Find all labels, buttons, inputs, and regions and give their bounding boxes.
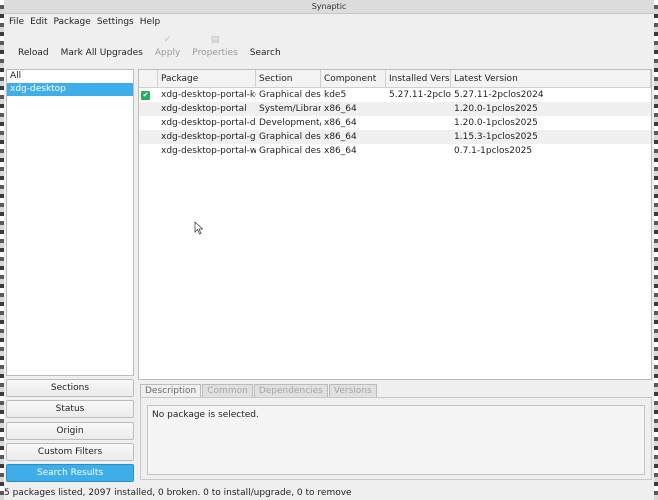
tab-versions[interactable]: Versions	[328, 384, 377, 398]
cell-component: kde5	[324, 90, 347, 100]
window-title: Synaptic	[4, 0, 654, 14]
menu-help[interactable]: Help	[137, 14, 164, 31]
column-component[interactable]: Component	[321, 70, 386, 88]
origin-button[interactable]: Origin	[6, 421, 134, 440]
column-installed-version[interactable]: Installed Versio	[386, 70, 451, 88]
cell-section: Graphical deskto	[259, 146, 321, 156]
cell-latest-version: 1.15.3-1pclos2025	[454, 132, 538, 142]
properties-label: Properties	[192, 48, 238, 58]
status-bar: 5 packages listed, 2097 installed, 0 bro…	[4, 488, 352, 498]
cell-section: System/Libraries	[259, 104, 321, 114]
cell-component: x86_64	[324, 118, 357, 128]
cell-latest-version: 1.20.0-1pclos2025	[454, 118, 538, 128]
mark-all-upgrades-button[interactable]: Mark All Upgrades	[55, 33, 149, 63]
properties-icon: ▤	[210, 35, 220, 45]
column-package[interactable]: Package	[158, 70, 256, 88]
filter-buttons: Sections Status Origin Custom Filters Se…	[6, 379, 134, 485]
mark-all-upgrades-label: Mark All Upgrades	[60, 48, 143, 58]
tab-dependencies[interactable]: Dependencies	[253, 384, 328, 398]
status-button[interactable]: Status	[6, 400, 134, 419]
cell-latest-version: 1.20.0-1pclos2025	[454, 104, 538, 114]
cell-package: xdg-desktop-portal	[161, 104, 247, 114]
menu-settings[interactable]: Settings	[94, 14, 137, 31]
cell-latest-version: 5.27.11-2pclos2024	[454, 90, 544, 100]
filter-list-item-xdg-desktop[interactable]: xdg-desktop	[7, 83, 133, 96]
search-label: Search	[249, 48, 281, 58]
tab-description[interactable]: Description	[140, 384, 202, 398]
cell-component: x86_64	[324, 146, 357, 156]
menu-package[interactable]: Package	[51, 14, 94, 31]
mouse-cursor-icon	[194, 221, 204, 235]
apply-button[interactable]: ✓ Apply	[149, 33, 186, 63]
cell-installed-version	[386, 130, 451, 144]
reload-label: Reload	[18, 48, 49, 58]
cell-section: Graphical deskto	[259, 132, 321, 142]
status-cell[interactable]	[139, 144, 158, 158]
desktop-background-right	[654, 0, 658, 500]
cell-latest-version: 0.7.1-1pclos2025	[454, 146, 533, 156]
status-cell[interactable]	[139, 102, 158, 116]
cell-installed-version	[386, 144, 451, 158]
toolbar: Reload Mark All Upgrades ✓ Apply ▤ Prope…	[12, 33, 287, 63]
synaptic-window: Synaptic File Edit Package Settings Help…	[4, 0, 654, 500]
package-table: Package Section Component Installed Vers…	[138, 69, 652, 380]
cell-package: xdg-desktop-portal-gtk	[161, 132, 256, 142]
cell-installed-version	[386, 116, 451, 130]
table-row[interactable]: xdg-desktop-portal-devel Development/Ot …	[139, 116, 651, 130]
cell-installed-version: 5.27.11-2pclos20	[389, 90, 451, 100]
cell-installed-version	[386, 102, 451, 116]
status-cell[interactable]	[139, 130, 158, 144]
column-status[interactable]	[139, 70, 158, 88]
description-text: No package is selected.	[147, 405, 645, 475]
installed-check-icon[interactable]: ✔	[139, 88, 158, 102]
search-button[interactable]: Search	[244, 33, 287, 63]
cell-section: Graphical deskto	[259, 90, 321, 100]
table-row[interactable]: xdg-desktop-portal System/Libraries x86_…	[139, 102, 651, 116]
apply-label: Apply	[154, 48, 181, 58]
cell-section: Development/Ot	[259, 118, 321, 128]
search-results-button[interactable]: Search Results	[6, 464, 134, 483]
column-section[interactable]: Section	[256, 70, 321, 88]
cell-component: x86_64	[324, 132, 357, 142]
tab-common[interactable]: Common	[202, 384, 253, 398]
description-panel: No package is selected.	[140, 397, 652, 480]
column-latest-version[interactable]: Latest Version	[451, 70, 651, 88]
sections-button[interactable]: Sections	[6, 379, 134, 397]
menu-file[interactable]: File	[6, 14, 27, 31]
filter-list: All xdg-desktop	[6, 69, 134, 376]
filter-list-all[interactable]: All	[7, 70, 133, 83]
cell-package: xdg-desktop-portal-wlr	[161, 146, 256, 156]
reload-button[interactable]: Reload	[12, 33, 55, 63]
menu-bar: File Edit Package Settings Help	[4, 14, 654, 31]
cell-package: xdg-desktop-portal-kde	[161, 90, 256, 100]
table-row[interactable]: xdg-desktop-portal-wlr Graphical deskto …	[139, 144, 651, 158]
status-cell[interactable]	[139, 116, 158, 130]
cell-component: x86_64	[324, 104, 357, 114]
custom-filters-button[interactable]: Custom Filters	[6, 442, 134, 461]
table-header: Package Section Component Installed Vers…	[139, 70, 651, 88]
cell-package: xdg-desktop-portal-devel	[161, 118, 256, 128]
menu-edit[interactable]: Edit	[27, 14, 50, 31]
table-row[interactable]: ✔ xdg-desktop-portal-kde Graphical deskt…	[139, 88, 651, 102]
detail-tabs: Description Common Dependencies Versions	[140, 384, 378, 398]
table-row[interactable]: xdg-desktop-portal-gtk Graphical deskto …	[139, 130, 651, 144]
properties-button[interactable]: ▤ Properties	[186, 33, 243, 63]
apply-check-icon: ✓	[163, 35, 172, 45]
